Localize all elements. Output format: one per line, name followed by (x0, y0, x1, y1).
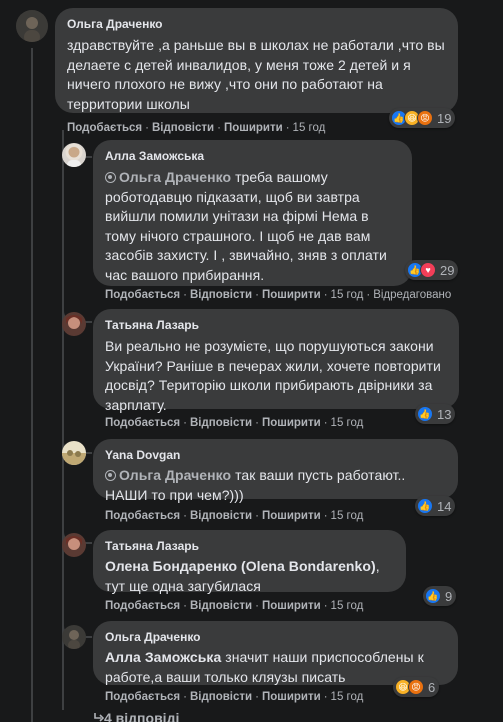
comment-actions: Подобається · Відповісти · Поширити · 15 год (67, 122, 326, 134)
mention-icon (105, 470, 116, 481)
timestamp[interactable]: 15 год (331, 510, 364, 522)
comment-author[interactable]: Yana Dovgan (105, 447, 446, 463)
like-button[interactable]: Подобається (105, 289, 180, 301)
love-reaction-icon: ♥ (420, 262, 436, 278)
like-reaction-icon: 👍 (425, 588, 441, 604)
view-more-replies-link[interactable]: 4 відповіді (104, 710, 179, 722)
timestamp[interactable]: 15 год (331, 600, 364, 612)
timestamp[interactable]: 15 год (331, 691, 364, 703)
reaction-count: 6 (428, 679, 436, 695)
reply-button[interactable]: Відповісти (152, 122, 214, 134)
share-button[interactable]: Поширити (262, 289, 321, 301)
edited-label: Відредаговано (373, 289, 452, 301)
comment-text: Ви реально не розумієте, що порушуються … (105, 338, 441, 413)
mention-link[interactable]: Ольга Драченко (119, 169, 231, 185)
angry-reaction-icon: 😡 (408, 679, 424, 695)
reaction-summary[interactable]: 👍 😆 😡 19 (389, 108, 456, 128)
comment-bubble: Татьяна Лазарь Олена Бондаренко (Olena B… (93, 530, 406, 594)
comment-actions: Подобається · Відповісти · Поширити · 15 год (105, 417, 364, 429)
share-button[interactable]: Поширити (262, 417, 321, 429)
reaction-count: 19 (437, 110, 452, 126)
mention-link[interactable]: Алла Заможська (105, 649, 221, 665)
reaction-count: 29 (440, 262, 455, 278)
share-button[interactable]: Поширити (262, 510, 321, 522)
avatar[interactable] (62, 533, 86, 557)
like-button[interactable]: Подобається (105, 510, 180, 522)
avatar-image (62, 143, 86, 167)
comment-text: здравствуйте ,а раньше вы в школах не ра… (67, 37, 445, 112)
comment-author[interactable]: Ольга Драченко (105, 629, 446, 645)
reaction-count: 14 (437, 498, 452, 514)
reply-arrow-icon (94, 713, 104, 722)
avatar-image (62, 312, 86, 336)
comment-bubble: Ольга Драченко здравствуйте ,а раньше вы… (55, 8, 458, 113)
comment-actions: Подобається · Відповісти · Поширити · 15 год (105, 600, 364, 612)
reaction-summary[interactable]: 👍 9 (423, 586, 457, 606)
reply-thread-line (62, 130, 64, 710)
comment-text: Олена Бондаренко (Olena Bondarenko), тут… (105, 558, 380, 594)
reply-button[interactable]: Відповісти (190, 417, 252, 429)
thread-line (31, 48, 33, 722)
reply-button[interactable]: Відповісти (190, 691, 252, 703)
comment-bubble: Татьяна Лазарь Ви реально не розумієте, … (93, 309, 459, 413)
like-reaction-icon: 👍 (417, 498, 433, 514)
comment-author[interactable]: Татьяна Лазарь (105, 538, 394, 554)
avatar-image (62, 625, 86, 649)
share-button[interactable]: Поширити (262, 691, 321, 703)
reaction-summary[interactable]: 😆 😡 6 (393, 677, 440, 697)
reaction-count: 9 (445, 588, 453, 604)
like-button[interactable]: Подобається (105, 417, 180, 429)
comment-text: Ольга Драченко так ваши пусть работают..… (105, 467, 406, 503)
mention-link[interactable]: Ольга Драченко (119, 467, 231, 483)
reaction-summary[interactable]: 👍 13 (415, 404, 456, 424)
comment-bubble: Алла Заможська Ольга Драченко треба вашо… (93, 140, 412, 286)
comment-bubble: Ольга Драченко Алла Заможська значит наш… (93, 621, 458, 685)
avatar-image (62, 533, 86, 557)
timestamp[interactable]: 15 год (331, 289, 364, 301)
comment-actions: Подобається · Відповісти · Поширити · 15 год · В… (105, 289, 452, 301)
reply-button[interactable]: Відповісти (190, 289, 252, 301)
avatar[interactable] (62, 143, 86, 167)
reaction-summary[interactable]: 👍 14 (415, 496, 456, 516)
angry-reaction-icon: 😡 (417, 110, 433, 126)
avatar[interactable] (62, 312, 86, 336)
share-button[interactable]: Поширити (262, 600, 321, 612)
avatar[interactable] (62, 441, 86, 465)
timestamp[interactable]: 15 год (293, 122, 326, 134)
comment-author[interactable]: Татьяна Лазарь (105, 317, 447, 333)
mention-icon (105, 172, 116, 183)
reply-button[interactable]: Відповісти (190, 600, 252, 612)
comment-author[interactable]: Ольга Драченко (67, 16, 446, 32)
avatar[interactable] (62, 625, 86, 649)
like-reaction-icon: 👍 (417, 406, 433, 422)
reaction-summary[interactable]: 👍 ♥ 29 (405, 260, 459, 280)
comment-bubble: Yana Dovgan Ольга Драченко так ваши пуст… (93, 439, 458, 503)
mention-link[interactable]: Олена Бондаренко (Olena Bondarenko) (105, 558, 376, 574)
avatar-image (16, 10, 48, 42)
reply-button[interactable]: Відповісти (190, 510, 252, 522)
reaction-count: 13 (437, 406, 452, 422)
share-button[interactable]: Поширити (224, 122, 283, 134)
comment-actions: Подобається · Відповісти · Поширити · 15 год (105, 691, 364, 703)
like-button[interactable]: Подобається (105, 600, 180, 612)
comment-text: Ольга Драченко треба вашому роботодавцю … (105, 169, 387, 283)
timestamp[interactable]: 15 год (331, 417, 364, 429)
comment-author[interactable]: Алла Заможська (105, 148, 400, 164)
avatar[interactable] (16, 10, 48, 42)
like-button[interactable]: Подобається (105, 691, 180, 703)
comment-actions: Подобається · Відповісти · Поширити · 15 год (105, 510, 364, 522)
avatar-image (62, 441, 86, 465)
